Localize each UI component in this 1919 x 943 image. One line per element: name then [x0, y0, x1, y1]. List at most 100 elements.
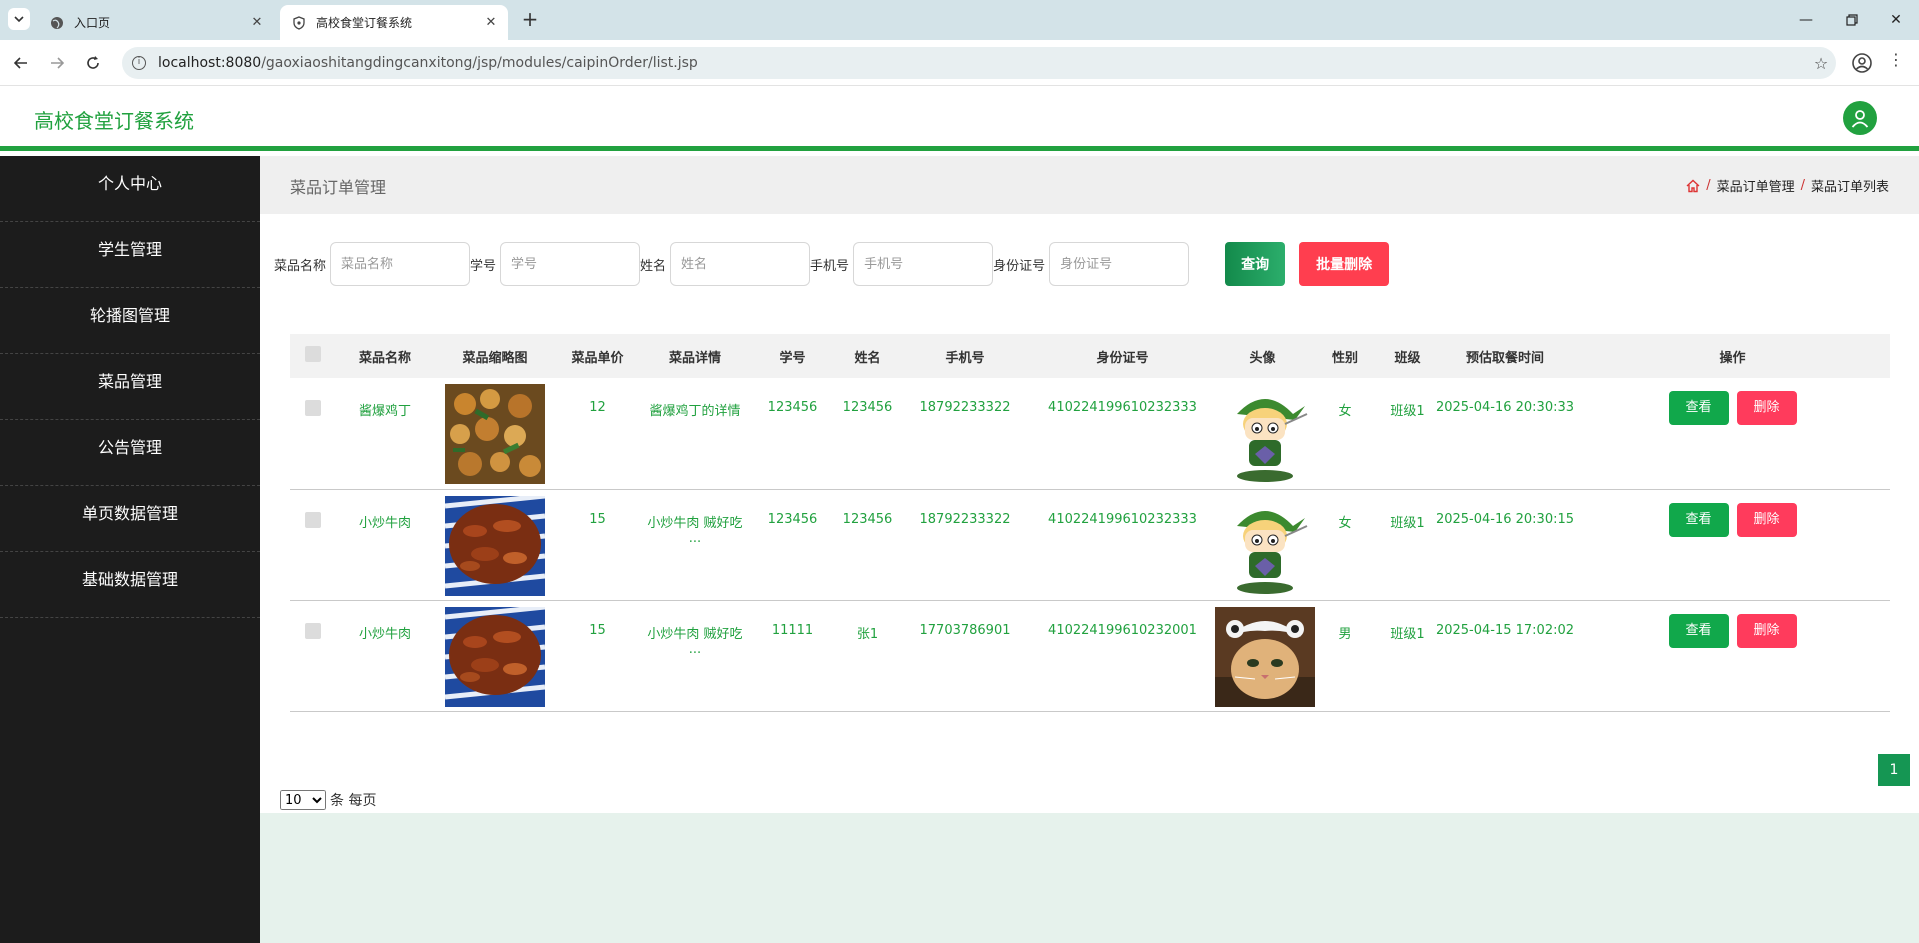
browser-menu-icon[interactable]: ⋮	[1888, 50, 1904, 76]
avatar-cat-image	[1215, 606, 1315, 707]
table-row: 小炒牛肉 15 小炒牛肉 贼好吃 .	[290, 600, 1890, 712]
sidebar-item-announcements[interactable]: 公告管理	[0, 420, 260, 486]
search-label-id-card: 身份证号	[993, 258, 1046, 274]
window-close-button[interactable]: ✕	[1876, 6, 1916, 34]
shield-icon	[292, 15, 306, 30]
restore-button[interactable]	[1832, 6, 1872, 34]
breadcrumb-bar: 菜品订单管理 / 菜品订单管理 / 菜品订单列表	[260, 156, 1919, 214]
delete-button[interactable]: 删除	[1736, 613, 1797, 648]
cell-actions: 查看 删除	[1575, 600, 1890, 712]
column-header: 性别	[1310, 334, 1380, 378]
breadcrumb: / 菜品订单管理 / 菜品订单列表	[1686, 176, 1889, 195]
breadcrumb-separator: /	[1800, 178, 1805, 193]
user-menu-button[interactable]	[1843, 101, 1877, 135]
cell-avatar	[1215, 489, 1315, 601]
cell-thumb	[435, 489, 555, 601]
sidebar-item-single-page[interactable]: 单页数据管理	[0, 486, 260, 552]
cell-student-no: 11111	[750, 600, 835, 712]
cell-gender: 男	[1310, 600, 1380, 712]
row-checkbox[interactable]	[290, 600, 335, 712]
search-label-name: 姓名	[640, 258, 667, 274]
sidebar-item-basic-data[interactable]: 基础数据管理	[0, 552, 260, 618]
list-panel: 菜品名称 学号 姓名 手机号 身份证号 查询 批量删除 菜品名称	[260, 214, 1919, 813]
query-button[interactable]: 查询	[1225, 242, 1286, 286]
cell-price: 15	[555, 600, 640, 712]
table-row: 小炒牛肉 15 小炒牛肉 贼好吃 .	[290, 489, 1890, 601]
row-checkbox[interactable]	[290, 489, 335, 601]
browser-profile-icon[interactable]	[1850, 51, 1874, 75]
cell-avatar	[1215, 600, 1315, 712]
sidebar-item-students[interactable]: 学生管理	[0, 222, 260, 288]
breadcrumb-item[interactable]: 菜品订单管理	[1717, 176, 1795, 195]
cell-class: 班级1	[1380, 489, 1435, 601]
avatar-cartoon-image	[1215, 384, 1315, 484]
avatar-cartoon-image	[1215, 495, 1315, 596]
page-number-button[interactable]: 1	[1878, 754, 1910, 786]
delete-button[interactable]: 删除	[1736, 502, 1797, 537]
view-button[interactable]: 查看	[1668, 502, 1729, 537]
column-header: 手机号	[900, 334, 1030, 378]
cell-dish-name: 酱爆鸡丁	[335, 378, 435, 490]
minimize-button[interactable]: —	[1786, 6, 1826, 34]
page-size-select[interactable]: 10	[280, 790, 326, 810]
tab-search-button[interactable]	[8, 8, 30, 30]
search-label-student-no: 学号	[470, 258, 497, 274]
view-button[interactable]: 查看	[1668, 391, 1729, 425]
cell-student-name: 123456	[835, 378, 900, 490]
close-icon[interactable]: ✕	[246, 12, 268, 34]
cell-pickup-time: 2025-04-16 20:30:15	[1435, 489, 1575, 601]
forward-button[interactable]	[44, 50, 70, 76]
browser-tab-current[interactable]: 高校食堂订餐系统 ✕	[280, 5, 508, 40]
breadcrumb-separator: /	[1706, 178, 1711, 193]
cell-phone: 18792233322	[900, 378, 1030, 490]
reload-button[interactable]	[80, 50, 106, 76]
url-bar[interactable]: i localhost:8080/gaoxiaoshitangdingcanxi…	[122, 47, 1836, 79]
search-form: 菜品名称 学号 姓名 手机号 身份证号 查询 批量删除	[274, 242, 1390, 286]
cell-student-name: 张1	[835, 600, 900, 712]
cell-detail: 小炒牛肉 贼好吃 ...	[640, 489, 750, 601]
dish-thumbnail-image	[445, 495, 545, 596]
sidebar-item-carousel[interactable]: 轮播图管理	[0, 288, 260, 354]
cell-class: 班级1	[1380, 600, 1435, 712]
home-icon[interactable]	[1686, 179, 1700, 193]
sidebar-item-dishes[interactable]: 菜品管理	[0, 354, 260, 420]
bookmark-star-icon[interactable]: ☆	[1806, 54, 1836, 73]
browser-tab-bar: 入口页 ✕ 高校食堂订餐系统 ✕ + — ✕	[0, 0, 1919, 40]
cell-price: 12	[555, 378, 640, 490]
cell-actions: 查看 删除	[1575, 489, 1890, 601]
id-card-input[interactable]	[1049, 242, 1190, 286]
row-checkbox[interactable]	[290, 378, 335, 490]
restore-icon	[1846, 14, 1858, 26]
browser-tab-entry[interactable]: 入口页 ✕	[38, 5, 274, 40]
batch-delete-button[interactable]: 批量删除	[1299, 242, 1390, 286]
new-tab-button[interactable]: +	[518, 8, 542, 32]
back-button[interactable]	[8, 50, 34, 76]
cell-pickup-time: 2025-04-16 20:30:33	[1435, 378, 1575, 490]
column-header: 头像	[1215, 334, 1310, 378]
close-icon[interactable]: ✕	[480, 12, 502, 34]
url-text: localhost:8080/gaoxiaoshitangdingcanxito…	[158, 55, 698, 71]
cell-gender: 女	[1310, 378, 1380, 490]
user-icon	[1851, 110, 1869, 128]
column-header: 菜品名称	[335, 334, 435, 378]
view-button[interactable]: 查看	[1668, 613, 1729, 648]
delete-button[interactable]: 删除	[1736, 391, 1797, 425]
name-input[interactable]	[670, 242, 811, 286]
sidebar: 个人中心 学生管理 轮播图管理 菜品管理 公告管理 单页数据管理 基础数据管理	[0, 156, 260, 943]
cell-phone: 17703786901	[900, 600, 1030, 712]
phone-input[interactable]	[853, 242, 994, 286]
column-header: 菜品详情	[640, 334, 750, 378]
page-size-suffix: 条 每页	[330, 793, 377, 809]
column-header: 预估取餐时间	[1435, 334, 1575, 378]
dish-name-input[interactable]	[330, 242, 471, 286]
site-info-icon[interactable]: i	[132, 56, 146, 70]
search-label-phone: 手机号	[810, 258, 850, 274]
student-no-input[interactable]	[500, 242, 641, 286]
select-all-checkbox[interactable]	[290, 334, 335, 378]
cell-student-no: 123456	[750, 489, 835, 601]
arrow-left-icon	[14, 57, 27, 69]
cell-id-card: 410224199610232001	[1030, 600, 1215, 712]
cell-dish-name: 小炒牛肉	[335, 489, 435, 601]
breadcrumb-item-current: 菜品订单列表	[1810, 180, 1889, 195]
sidebar-item-personal-center[interactable]: 个人中心	[0, 156, 260, 222]
